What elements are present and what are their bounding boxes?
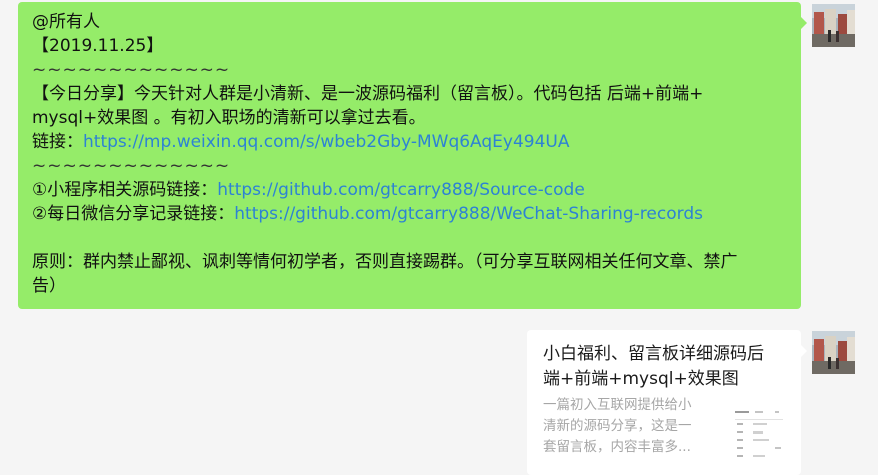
source-code-label: ①小程序相关源码链接： <box>32 180 218 200</box>
avatar-photo-icon <box>812 4 855 47</box>
rule-text-line-1: 原则：群内禁止鄙视、讽刺等情何初学者，否则直接踢群。（可分享互联网相关任何文章、… <box>32 252 738 272</box>
share-text-line-1: 【今日分享】今天针对人群是小清新、是一波源码福利（留言板）。代码包括 后端+前端… <box>32 84 704 104</box>
card-description: 一篇初入互联网提供给小 清新的源码分享，这是一 套留言板，内容丰富多... <box>543 395 713 458</box>
source-code-row: ①小程序相关源码链接：https://github.com/gtcarry888… <box>32 178 787 202</box>
card-title: 小白福利、留言板详细源码后 端+前端+mysql+效果图 <box>543 342 783 392</box>
thumbnail-icon <box>731 407 787 463</box>
card-desc-line-3: 套留言板，内容丰富多... <box>543 439 691 455</box>
mention-text: @所有人 <box>32 12 100 32</box>
separator-line: ~~~~~~~~~~~~~ <box>32 60 231 80</box>
avatar-photo-icon <box>812 331 855 374</box>
link-label: 链接： <box>32 132 83 152</box>
card-title-line-2: 端+前端+mysql+效果图 <box>543 369 739 389</box>
article-link-row: 链接：https://mp.weixin.qq.com/s/wbeb2Gby-M… <box>32 130 787 154</box>
article-link-card[interactable]: 小白福利、留言板详细源码后 端+前端+mysql+效果图 一篇初入互联网提供给小… <box>527 330 807 475</box>
article-link[interactable]: https://mp.weixin.qq.com/s/wbeb2Gby-MWq6… <box>83 132 570 152</box>
sharing-records-row: ②每日微信分享记录链接：https://github.com/gtcarry88… <box>32 202 787 226</box>
separator-line: ~~~~~~~~~~~~~ <box>32 156 231 176</box>
sharing-records-label: ②每日微信分享记录链接： <box>32 204 235 224</box>
rule-text-line-2: 告） <box>32 276 66 296</box>
sender-avatar[interactable] <box>812 331 855 374</box>
sharing-records-link[interactable]: https://github.com/gtcarry888/WeChat-Sha… <box>234 204 703 224</box>
date-text: 【2019.11.25】 <box>32 36 164 56</box>
card-thumbnail <box>731 407 787 463</box>
share-text-line-2: mysql+效果图 。有初入职场的清新可以拿过去看。 <box>32 108 426 128</box>
source-code-link[interactable]: https://github.com/gtcarry888/Source-cod… <box>217 180 585 200</box>
card-desc-line-2: 清新的源码分享，这是一 <box>543 418 692 434</box>
card-desc-line-1: 一篇初入互联网提供给小 <box>543 397 692 413</box>
message-bubble[interactable]: @所有人 【2019.11.25】 ~~~~~~~~~~~~~ 【今日分享】今天… <box>18 2 807 309</box>
sender-avatar[interactable] <box>812 4 855 47</box>
card-title-line-1: 小白福利、留言板详细源码后 <box>543 344 764 364</box>
